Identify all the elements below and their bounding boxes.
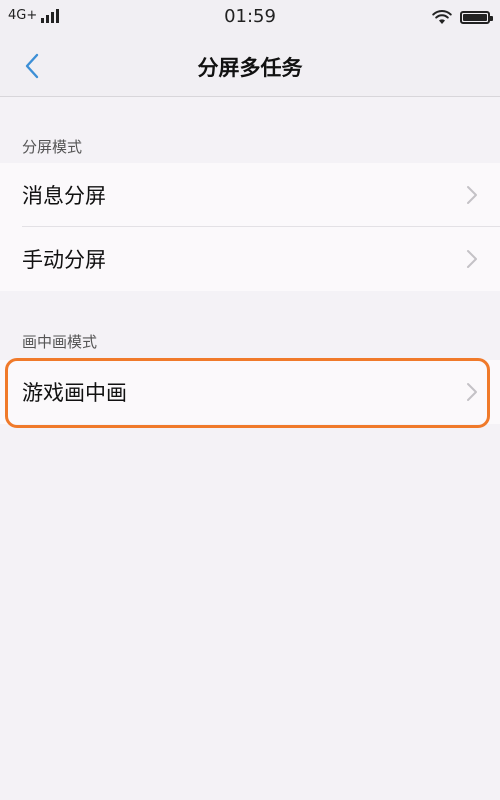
row-label: 消息分屏 xyxy=(22,184,106,208)
battery-icon xyxy=(460,10,493,24)
nav-bar: 分屏多任务 xyxy=(0,34,500,97)
split-screen-group: 消息分屏 手动分屏 xyxy=(0,163,500,291)
status-bar: 4G+ 01:59 xyxy=(0,0,500,34)
row-label: 游戏画中画 xyxy=(22,381,127,405)
section-header-split-screen: 分屏模式 xyxy=(22,138,83,156)
row-label: 手动分屏 xyxy=(22,248,106,272)
row-message-split-screen[interactable]: 消息分屏 xyxy=(0,163,500,227)
status-right xyxy=(432,9,493,25)
page-title: 分屏多任务 xyxy=(197,56,303,80)
section-header-pip: 画中画模式 xyxy=(22,333,98,351)
wifi-icon xyxy=(432,10,452,24)
chevron-right-icon xyxy=(467,383,477,401)
chevron-right-icon xyxy=(467,186,477,204)
row-game-pip[interactable]: 游戏画中画 xyxy=(0,360,500,424)
status-time: 01:59 xyxy=(224,6,276,27)
battery-fill xyxy=(463,13,487,21)
chevron-right-icon xyxy=(467,250,477,268)
pip-group: 游戏画中画 xyxy=(0,360,500,424)
row-manual-split-screen[interactable]: 手动分屏 xyxy=(0,227,500,291)
